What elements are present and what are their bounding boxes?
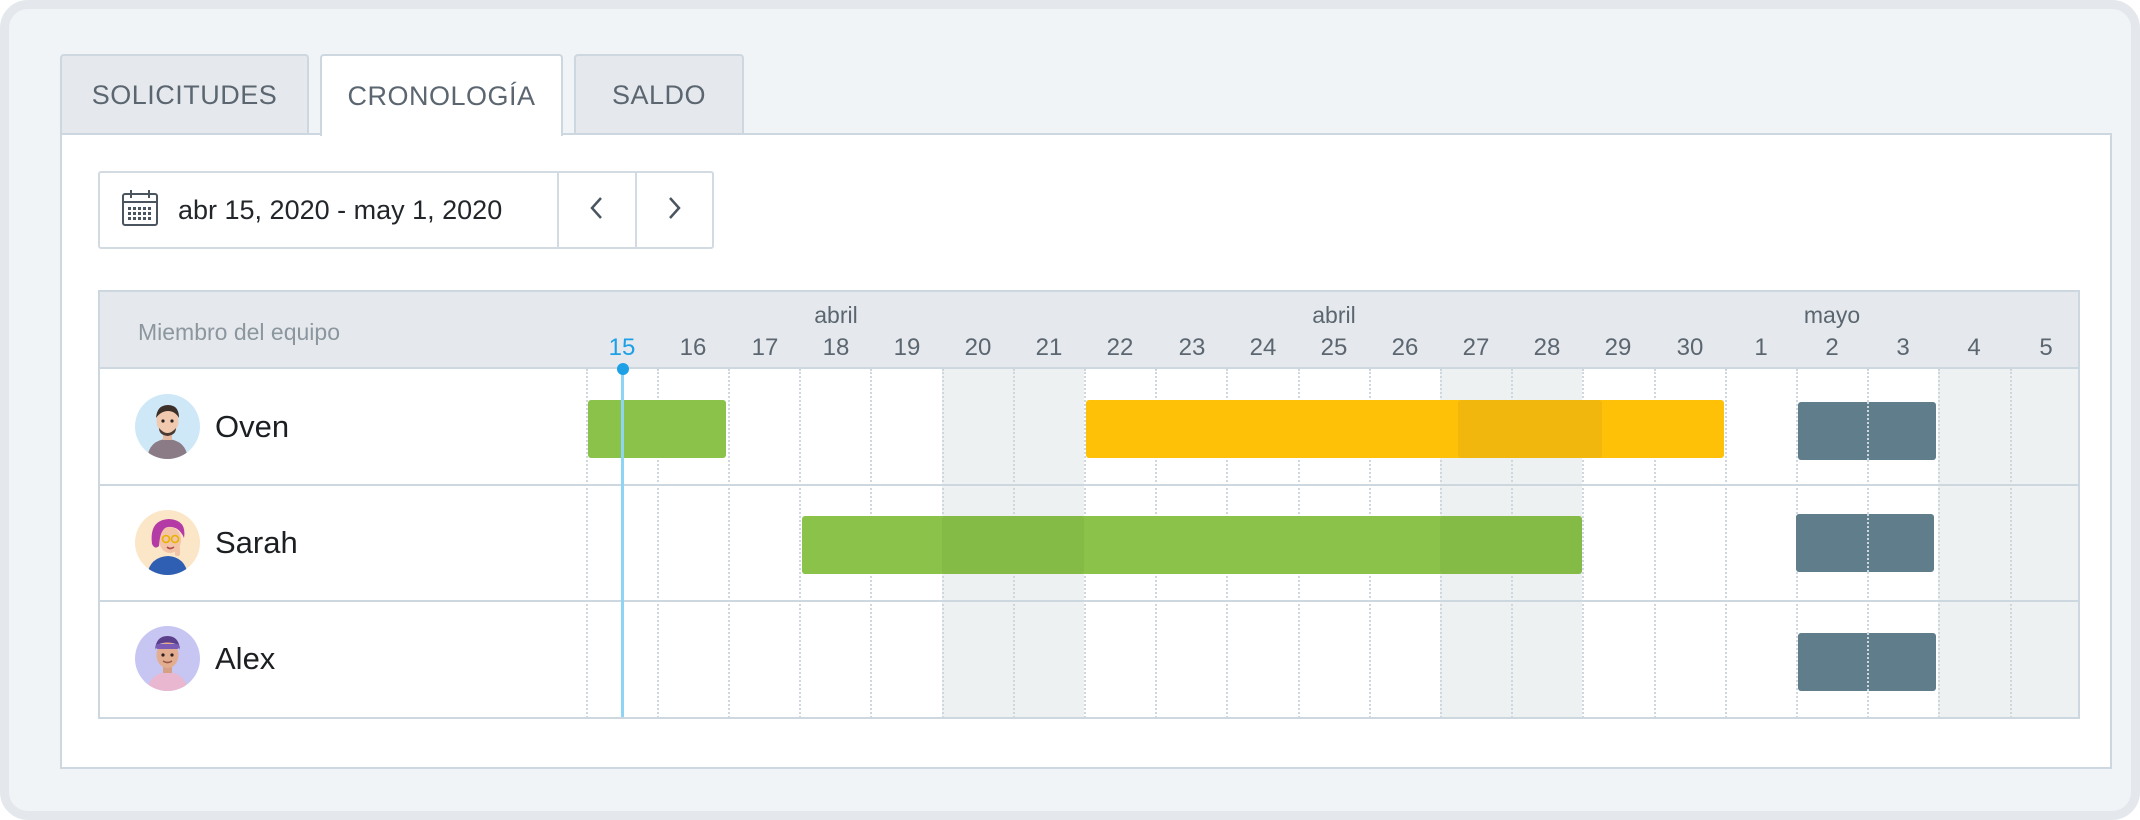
timeline-grid: Miembro del equipo abril abril mayo 15 1…: [98, 290, 2080, 719]
date-range-picker: abr 15, 2020 - may 1, 2020: [98, 171, 714, 249]
day-label: 19: [893, 334, 921, 361]
chevron-left-icon: [586, 195, 608, 226]
member-column-header: Miembro del equipo: [138, 319, 341, 345]
member-name: Sarah: [215, 524, 298, 560]
day-label: 5: [2039, 334, 2053, 361]
weekend-overlay: [1440, 516, 1582, 574]
grid-line: [728, 369, 730, 717]
month-label: mayo: [1803, 302, 1861, 328]
day-label: 27: [1462, 334, 1490, 361]
date-range-text: abr 15, 2020 - may 1, 2020: [178, 194, 503, 225]
day-label: 20: [964, 334, 992, 361]
grid-line: [1867, 514, 1869, 572]
member-row-sarah[interactable]: Sarah: [100, 485, 585, 600]
day-label: 2: [1825, 334, 1839, 361]
time-off-bar-sick[interactable]: [1086, 400, 1724, 458]
day-label-today: 15: [608, 334, 636, 361]
grid-line: [1867, 402, 1869, 460]
day-label: 23: [1178, 334, 1206, 361]
day-label: 30: [1676, 334, 1704, 361]
avatar: [135, 394, 200, 459]
day-label: 3: [1896, 334, 1910, 361]
calendar-icon: [120, 188, 160, 233]
weekend-overlay: [1458, 400, 1602, 458]
day-label: 17: [751, 334, 779, 361]
next-period-button[interactable]: [634, 173, 712, 247]
prev-period-button[interactable]: [557, 173, 634, 247]
day-label: 4: [1967, 334, 1981, 361]
time-off-bar-vacation[interactable]: [588, 400, 726, 458]
weekend-band: [1938, 369, 2078, 717]
tab-cronologia[interactable]: CRONOLOGÍA: [320, 54, 563, 136]
member-name: Alex: [215, 640, 276, 676]
day-label: 24: [1249, 334, 1277, 361]
avatar: [135, 626, 200, 691]
time-off-bar-other[interactable]: [1796, 514, 1934, 572]
day-label: 25: [1320, 334, 1348, 361]
grid-line: [799, 369, 801, 717]
tab-solicitudes[interactable]: SOLICITUDES: [60, 54, 309, 134]
grid-line: [1938, 369, 1940, 717]
member-name: Oven: [215, 408, 290, 444]
avatar: [135, 510, 200, 575]
tab-saldo[interactable]: SALDO: [574, 54, 744, 134]
day-label: 28: [1533, 334, 1561, 361]
month-label: abril: [814, 302, 858, 328]
chevron-right-icon: [663, 195, 685, 226]
grid-line: [1867, 633, 1869, 691]
date-range-field[interactable]: abr 15, 2020 - may 1, 2020: [100, 173, 557, 247]
grid-line: [2010, 369, 2012, 717]
day-label: 1: [1754, 334, 1768, 361]
day-label: 29: [1604, 334, 1632, 361]
today-marker-dot: [617, 363, 629, 375]
day-label: 26: [1391, 334, 1419, 361]
day-label: 16: [679, 334, 707, 361]
grid-line: [1725, 369, 1727, 717]
today-marker-line: [621, 369, 624, 717]
day-label: 22: [1106, 334, 1134, 361]
month-label: abril: [1312, 302, 1356, 328]
day-label: 18: [822, 334, 850, 361]
day-label: 21: [1035, 334, 1063, 361]
weekend-overlay: [942, 516, 1084, 574]
timeline-header: Miembro del equipo abril abril mayo 15 1…: [100, 292, 2078, 369]
member-row-alex[interactable]: Alex: [100, 601, 585, 716]
member-row-oven[interactable]: Oven: [100, 369, 585, 484]
